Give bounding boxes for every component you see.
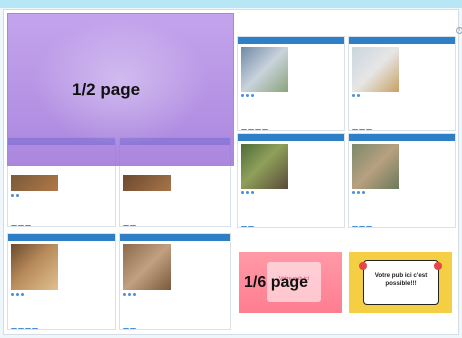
feature-icon [366, 226, 372, 227]
listing-meta [241, 191, 288, 196]
feature-icon [359, 129, 365, 130]
card-footer [241, 121, 341, 130]
card-footer [123, 320, 227, 329]
feature-icon [18, 225, 24, 226]
card-footer [11, 217, 112, 226]
feature-icon [123, 225, 129, 226]
listing-card [348, 36, 456, 131]
feature-icon [11, 225, 17, 226]
feature-icon [241, 129, 247, 130]
listing-photo [123, 175, 172, 191]
listing-photo [11, 175, 59, 191]
listing-meta [241, 94, 288, 99]
card-header [238, 134, 344, 141]
feature-icon [366, 129, 372, 130]
half-page-label: 1/2 page [72, 80, 141, 99]
listing-meta [123, 292, 171, 297]
listing-card [7, 233, 116, 330]
card-header [8, 234, 115, 241]
card-header [349, 134, 455, 141]
feature-icon [255, 129, 261, 130]
ad-text: Votre pub ici c'est possible!!! [374, 272, 428, 287]
pin-icon [359, 262, 367, 270]
feature-icon [352, 226, 358, 227]
card-footer [11, 320, 112, 329]
feature-icon [352, 129, 358, 130]
feature-icon [130, 328, 136, 329]
card-footer [352, 218, 452, 227]
listing-card [237, 133, 345, 228]
feature-icon [248, 129, 254, 130]
card-footer [241, 218, 341, 227]
listing-card [348, 133, 456, 228]
ad-slot-yellow[interactable]: Votre pub ici c'est possible!!! [349, 252, 452, 313]
listing-meta [352, 94, 399, 99]
sixth-page-label: 1/6 page [244, 274, 309, 291]
pin-icon [434, 262, 442, 270]
card-footer [352, 121, 452, 130]
listing-photo [352, 144, 399, 189]
listing-photo [123, 244, 172, 290]
listing-photo [11, 244, 59, 290]
feature-icon [241, 226, 247, 227]
card-header [238, 37, 344, 44]
card-footer [123, 217, 227, 226]
listing-photo [241, 47, 288, 92]
feature-icon [130, 225, 136, 226]
feature-icon [18, 328, 24, 329]
info-icon[interactable]: i [456, 27, 462, 34]
feature-icon [32, 328, 38, 329]
listing-card [237, 36, 345, 131]
listing-meta [11, 193, 58, 198]
feature-icon [25, 225, 31, 226]
top-bar [0, 0, 462, 8]
listing-photo [352, 47, 399, 92]
card-header [120, 234, 230, 241]
listing-card [119, 233, 231, 330]
card-header [349, 37, 455, 44]
feature-icon [123, 328, 129, 329]
listing-meta [352, 191, 399, 196]
feature-icon [11, 328, 17, 329]
feature-icon [262, 129, 268, 130]
feature-icon [248, 226, 254, 227]
feature-icon [25, 328, 31, 329]
listing-photo [241, 144, 288, 189]
feature-icon [359, 226, 365, 227]
listing-meta [11, 292, 58, 297]
